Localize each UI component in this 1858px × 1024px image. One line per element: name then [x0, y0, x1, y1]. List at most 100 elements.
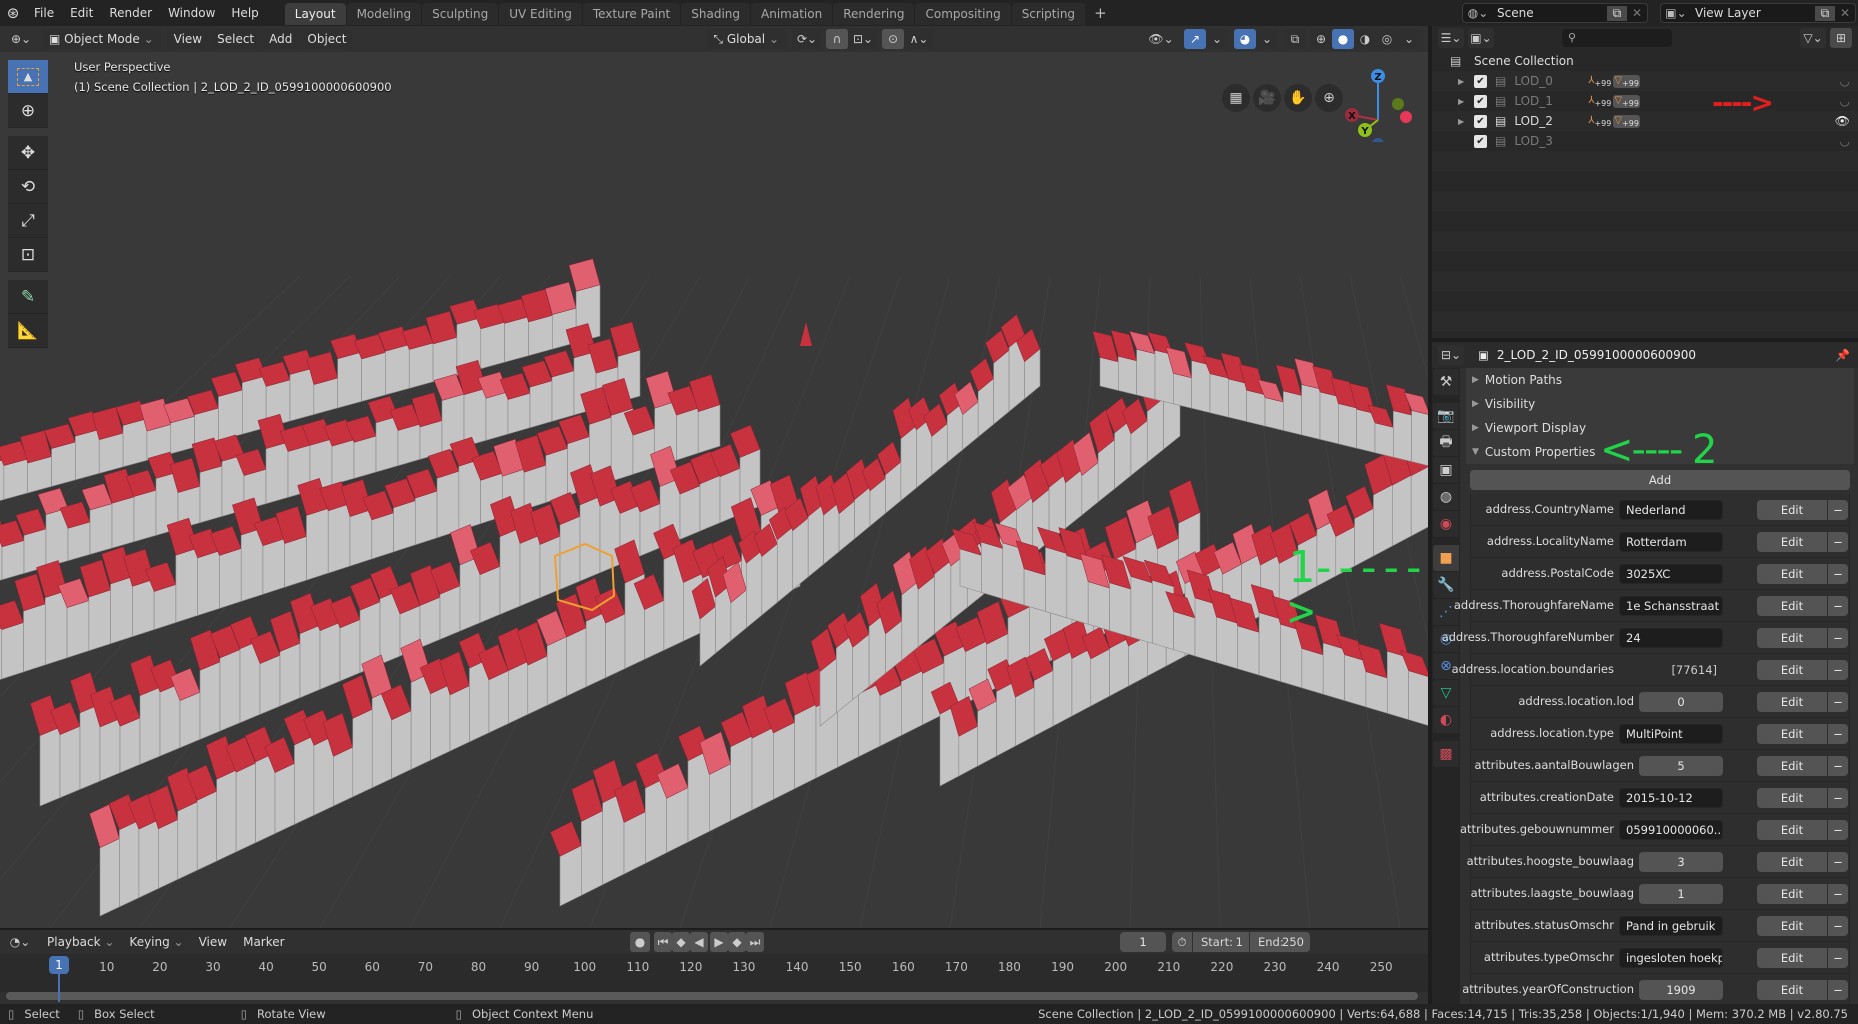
measure-tool[interactable]: 📐	[8, 314, 48, 348]
shading-wireframe-icon[interactable]: ⊕	[1310, 29, 1332, 49]
remove-property-button[interactable]: −	[1828, 852, 1848, 872]
view-layer-selector[interactable]: ▣⌄ View Layer ⧉ ✕	[1660, 3, 1856, 23]
empty-objects-icon[interactable]: ⅄+99	[1588, 115, 1611, 128]
shading-solid-icon[interactable]: ●	[1332, 29, 1354, 49]
editor-type-icon[interactable]: ⊕⌄	[6, 29, 36, 49]
current-frame-field[interactable]: 1	[1120, 932, 1166, 952]
exclude-checkbox[interactable]: ✔	[1474, 134, 1487, 148]
collection-row-lod-2[interactable]: ▶ ✔ ▤ LOD_2 ⅄+99 ▽+99 👁	[1432, 111, 1858, 131]
expand-arrow-icon[interactable]: ▶	[1458, 117, 1472, 126]
end-frame-field[interactable]: End: 250	[1250, 932, 1310, 952]
menu-render[interactable]: Render	[101, 0, 160, 26]
edit-property-button[interactable]: Edit	[1757, 852, 1827, 872]
pin-icon[interactable]: 📌	[1836, 348, 1850, 362]
expand-arrow-icon[interactable]: ▶	[1458, 77, 1472, 86]
select-box-tool[interactable]: ▲	[8, 60, 48, 94]
church-spire[interactable]	[800, 322, 812, 346]
tab-uv-editing[interactable]: UV Editing	[499, 3, 582, 25]
eye-hidden-icon[interactable]: ◡	[1840, 74, 1850, 88]
property-value-field[interactable]: 24	[1619, 628, 1723, 648]
building[interactable]	[0, 440, 29, 500]
remove-property-button[interactable]: −	[1828, 500, 1848, 520]
annotate-tool[interactable]: ✎	[8, 280, 48, 314]
delete-scene-icon[interactable]: ✕	[1627, 6, 1647, 20]
tab-world[interactable]: ◉	[1433, 511, 1459, 537]
auto-keying-button[interactable]: ●	[630, 932, 650, 952]
new-scene-icon[interactable]: ⧉	[1607, 5, 1627, 21]
building[interactable]	[0, 520, 25, 581]
remove-property-button[interactable]: −	[1828, 724, 1848, 744]
mode-selector[interactable]: ▣ Object Mode	[42, 29, 161, 49]
remove-property-button[interactable]: −	[1828, 788, 1848, 808]
remove-property-button[interactable]: −	[1828, 948, 1848, 968]
proportional-edit-icon[interactable]: ⊙	[882, 29, 904, 49]
menu-playback[interactable]: Playback	[40, 932, 122, 952]
building[interactable]	[930, 681, 960, 787]
remove-property-button[interactable]: −	[1828, 596, 1848, 616]
building[interactable]	[89, 804, 120, 917]
transform-tool[interactable]: ⊡	[8, 238, 48, 272]
property-value-field[interactable]: 2015-10-12	[1619, 788, 1723, 808]
preview-range-icon[interactable]: ⏱	[1172, 932, 1192, 952]
menu-marker[interactable]: Marker	[235, 929, 292, 955]
add-property-button[interactable]: Add	[1470, 470, 1850, 490]
cursor-tool[interactable]: ⊕	[8, 94, 48, 128]
edit-property-button[interactable]: Edit	[1757, 756, 1827, 776]
collection-row-lod-3[interactable]: ✔ ▤ LOD_3 ◡	[1432, 131, 1858, 151]
blender-logo-icon[interactable]: ⊛	[0, 4, 26, 22]
menu-edit[interactable]: Edit	[62, 0, 101, 26]
xray-toggle-icon[interactable]: ⧉	[1284, 29, 1306, 49]
menu-keying[interactable]: Keying	[122, 932, 191, 952]
remove-property-button[interactable]: −	[1828, 756, 1848, 776]
tab-texture-paint[interactable]: Texture Paint	[582, 3, 681, 25]
outliner-editor-type-icon[interactable]: ☰⌄	[1438, 28, 1464, 48]
start-frame-field[interactable]: Start: 1	[1193, 932, 1249, 952]
building[interactable]	[550, 821, 582, 907]
outliner-search-input[interactable]: ⚲	[1562, 29, 1672, 47]
expand-arrow-icon[interactable]: ▶	[1458, 97, 1472, 106]
exclude-checkbox[interactable]: ✔	[1474, 94, 1487, 108]
new-collection-icon[interactable]: ⊞	[1830, 28, 1852, 48]
play-button[interactable]: ▶	[710, 932, 728, 952]
falloff-icon[interactable]: ∧⌄	[904, 29, 934, 49]
remove-property-button[interactable]: −	[1828, 532, 1848, 552]
tab-sculpting[interactable]: Sculpting	[422, 3, 499, 25]
tab-texture[interactable]: ▩	[1433, 741, 1459, 767]
gizmo-toggle-icon[interactable]: ↗	[1184, 29, 1206, 49]
menu-timeline-view[interactable]: View	[191, 929, 235, 955]
edit-property-button[interactable]: Edit	[1757, 692, 1827, 712]
remove-property-button[interactable]: −	[1828, 692, 1848, 712]
mesh-objects-icon[interactable]: ▽+99	[1613, 74, 1640, 88]
play-reverse-button[interactable]: ◀	[690, 932, 708, 952]
visibility-selectability-icon[interactable]: 👁⌄	[1144, 29, 1178, 49]
panel-visibility[interactable]: ▶ Visibility	[1466, 392, 1854, 416]
zoom-view-button[interactable]: ⊕	[1315, 84, 1343, 112]
remove-property-button[interactable]: −	[1828, 884, 1848, 904]
collection-row-lod-0[interactable]: ▶ ✔ ▤ LOD_0 ⅄+99 ▽+99 ◡	[1432, 71, 1858, 91]
property-value-field[interactable]: Pand in gebruik	[1619, 916, 1723, 936]
eye-hidden-icon[interactable]: ◡	[1840, 134, 1850, 148]
tab-shading[interactable]: Shading	[681, 3, 750, 25]
rotate-tool[interactable]: ⟲	[8, 170, 48, 204]
exclude-checkbox[interactable]: ✔	[1474, 74, 1487, 88]
tab-modeling[interactable]: Modeling	[346, 3, 422, 25]
scale-tool[interactable]: ⤢	[8, 204, 48, 238]
property-value-field[interactable]: MultiPoint	[1619, 724, 1723, 744]
timeline-editor-type-icon[interactable]: ◔⌄	[6, 932, 34, 952]
tab-render[interactable]: 📷	[1433, 403, 1459, 429]
remove-property-button[interactable]: −	[1828, 980, 1848, 1000]
scene-collection-row[interactable]: ▤ Scene Collection	[1432, 51, 1858, 71]
mesh-objects-icon[interactable]: ▽+99	[1613, 114, 1640, 128]
display-mode-icon[interactable]: ▣⌄	[1468, 28, 1494, 48]
edit-property-button[interactable]: Edit	[1757, 564, 1827, 584]
eye-icon[interactable]: 👁	[1835, 114, 1850, 128]
edit-property-button[interactable]: Edit	[1757, 980, 1827, 1000]
panel-motion-paths[interactable]: ▶ Motion Paths	[1466, 368, 1854, 392]
tab-object[interactable]: ■	[1433, 545, 1459, 571]
edit-property-button[interactable]: Edit	[1757, 628, 1827, 648]
view-layer-name[interactable]: View Layer	[1691, 6, 1815, 20]
property-value-field[interactable]: 0	[1639, 692, 1723, 712]
building[interactable]	[0, 434, 5, 506]
gizmo-neg-x[interactable]	[1400, 111, 1412, 123]
gizmo-dropdown-icon[interactable]: ⌄	[1206, 29, 1228, 49]
